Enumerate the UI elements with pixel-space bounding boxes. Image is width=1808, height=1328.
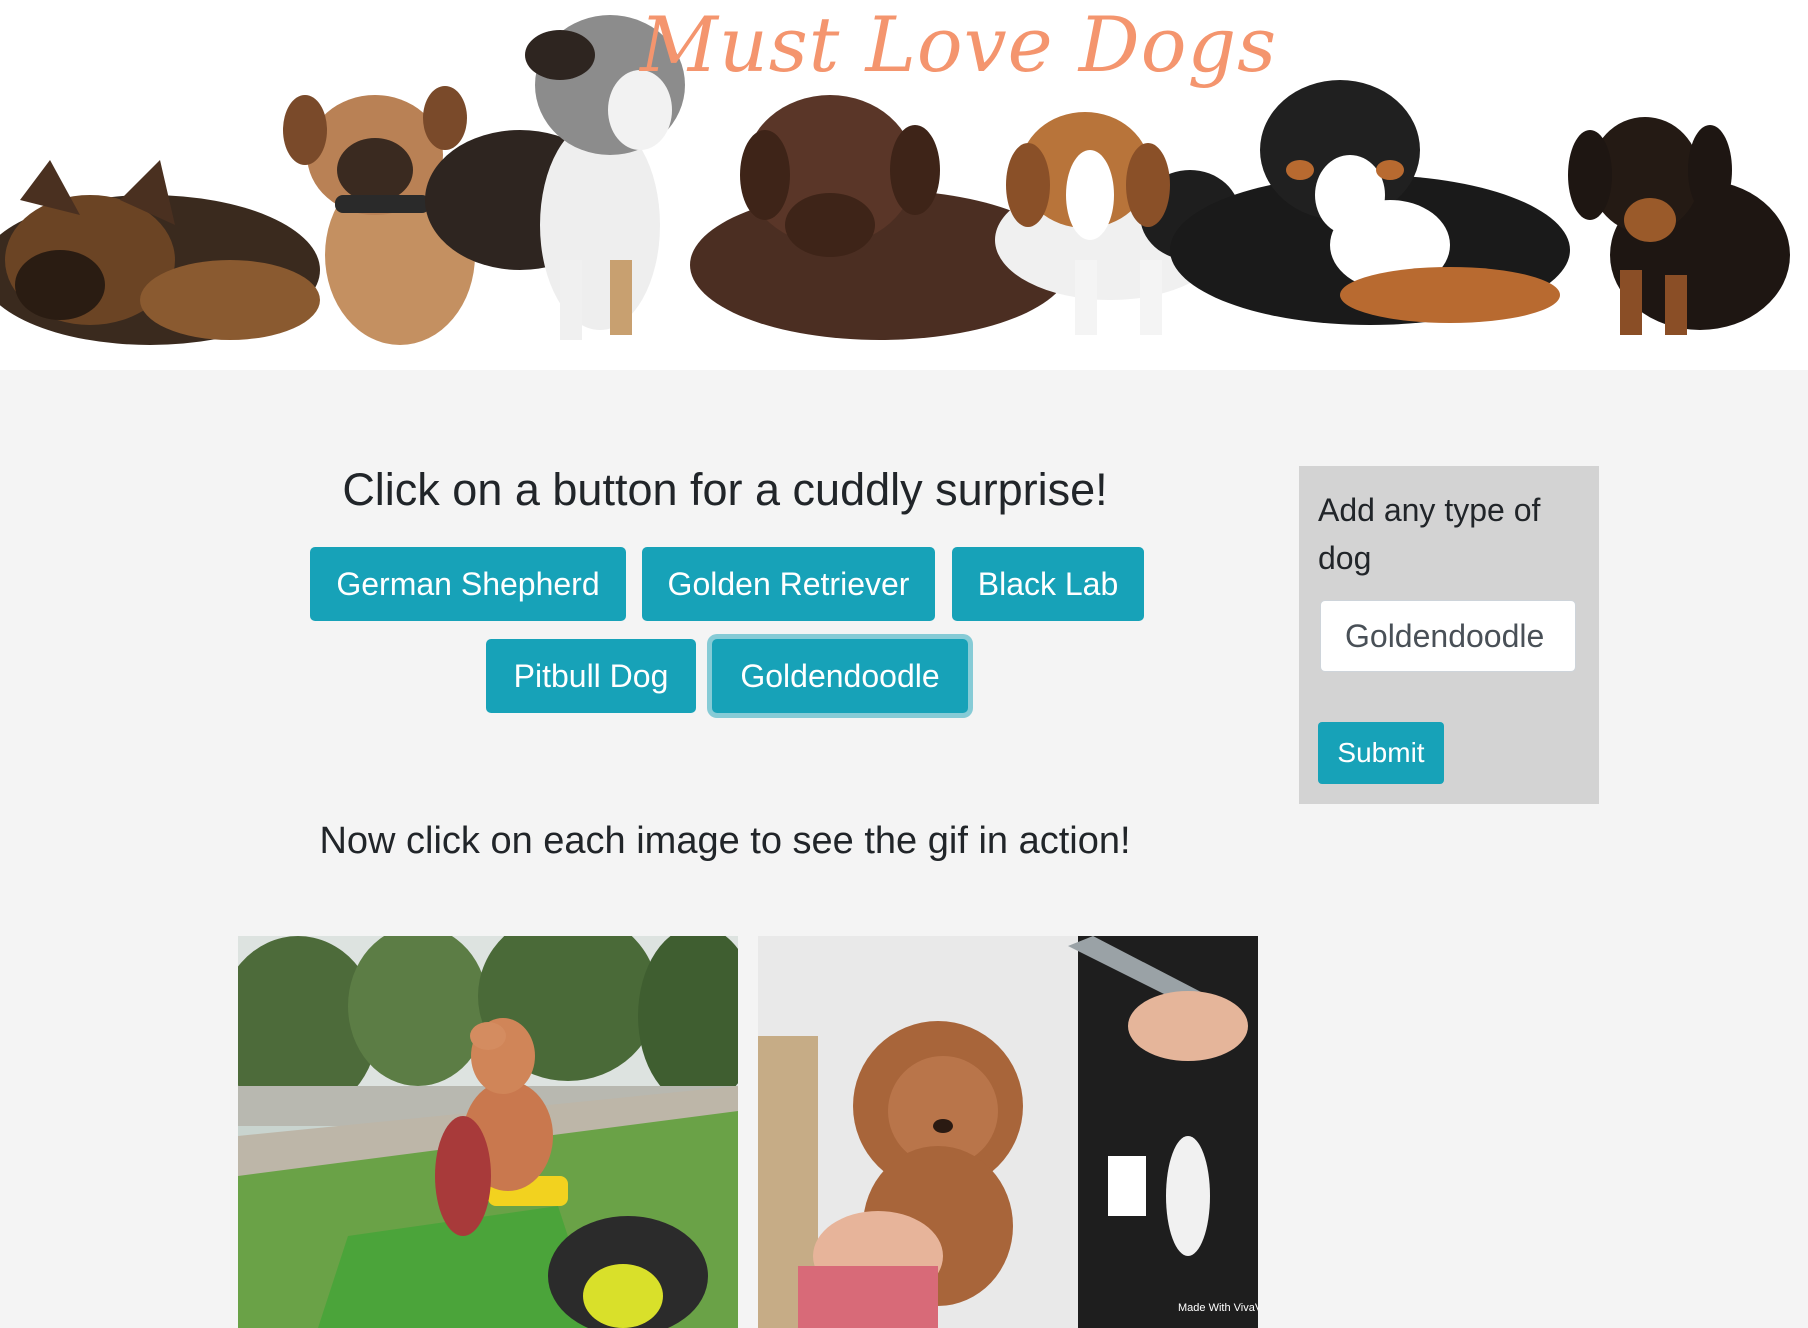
gif-image-poodle-mower[interactable] [238,936,738,1328]
add-dog-label: Add any type of dog [1318,492,1541,576]
goldendoodle-button[interactable]: Goldendoodle [712,639,968,713]
add-dog-form: Add any type of dog Submit [1299,466,1599,804]
pitbull-dog-button[interactable]: Pitbull Dog [486,639,696,713]
golden-retriever-button[interactable]: Golden Retriever [642,547,935,621]
gif-image-poodle-grooming[interactable]: Made With VivaVideo [758,936,1258,1328]
poodle-grooming-picture: Made With VivaVideo [758,936,1258,1328]
header-banner: Must Love Dogs [0,0,1808,370]
poodle-mower-picture [238,936,738,1328]
gif-watermark: Made With VivaVideo [1178,1302,1258,1314]
black-lab-button[interactable]: Black Lab [952,547,1144,621]
page-heading: Click on a button for a cuddly surprise! [342,464,1108,515]
gif-instructions: Now click on each image to see the gif i… [319,820,1131,862]
dog-type-input[interactable] [1320,600,1576,672]
site-title: Must Love Dogs [640,0,1278,89]
german-shepherd-button[interactable]: German Shepherd [310,547,626,621]
submit-button[interactable]: Submit [1318,722,1444,784]
